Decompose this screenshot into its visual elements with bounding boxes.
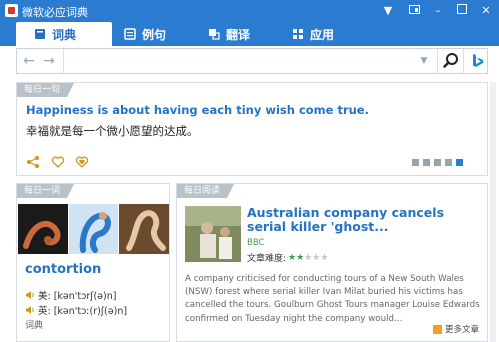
contortion-photo-1 (18, 204, 68, 254)
pronunciation-uk-text: 英: [kən'tɔː(r)ʃ(ə)n] (38, 306, 128, 317)
history-dropdown-icon[interactable]: ▼ (417, 49, 431, 73)
minimize-button[interactable]: – (430, 3, 446, 19)
maximize-button[interactable] (454, 3, 470, 19)
article-thumbnail[interactable] (185, 206, 241, 262)
sentence-english[interactable]: Happiness is about having each tiny wish… (26, 103, 369, 117)
app-logo-icon (5, 4, 18, 17)
article-difficulty: 文章难度: ★★★★★ (247, 251, 328, 265)
favorite-heart-icon[interactable] (75, 155, 89, 169)
bing-small-icon (433, 324, 442, 334)
star-icon: ★ (320, 252, 329, 263)
more-articles-button[interactable]: 更多文章 (433, 323, 479, 335)
speaker-icon[interactable] (25, 290, 35, 300)
pager-dot[interactable] (445, 159, 452, 166)
tab-sentences[interactable]: 例句 (124, 22, 194, 46)
bing-logo-icon (473, 54, 483, 67)
sentence-chinese: 幸福就是每一个微小愿望的达成。 (26, 124, 199, 138)
more-articles-label: 更多文章 (445, 325, 480, 335)
pager-dot[interactable] (456, 159, 463, 166)
top-bar: 微软必应词典 ▼ – ✕ 词典 例句 翻译 应用 (0, 0, 499, 46)
search-button[interactable] (437, 49, 463, 73)
daily-sentence-panel: 每日一句 Happiness is about having each tiny… (16, 82, 488, 176)
bing-button[interactable] (463, 49, 488, 73)
speaker-icon[interactable] (25, 305, 35, 315)
translate-icon (209, 29, 220, 40)
daily-word-panel: 每日一词 contortion 美: [kən'tɔrʃ(ə)n] 英: [kə… (16, 183, 170, 342)
search-icon (443, 53, 458, 68)
back-arrow-icon[interactable]: ← (19, 49, 39, 73)
tab-bar: 词典 例句 翻译 应用 (0, 22, 499, 46)
pager-dot[interactable] (434, 159, 441, 166)
daily-reading-panel: 每日阅读 Australian company cancels serial k… (176, 183, 488, 342)
tab-label: 例句 (142, 27, 167, 42)
sentences-icon (124, 28, 136, 40)
close-button[interactable]: ✕ (478, 3, 494, 19)
star-icon: ★ (296, 252, 305, 263)
difficulty-stars: ★★★★★ (288, 253, 328, 263)
tab-label: 翻译 (226, 27, 251, 42)
pronunciation-uk: 英: [kən'tɔː(r)ʃ(ə)n] (25, 303, 127, 317)
pronunciation-us-text: 美: [kən'tɔrʃ(ə)n] (38, 291, 117, 302)
article-title[interactable]: Australian company cancels serial killer… (247, 206, 487, 234)
menu-arrow-icon[interactable]: ▼ (380, 3, 396, 19)
daily-reading-tag: 每日阅读 (177, 184, 234, 198)
like-heart-icon[interactable] (51, 155, 65, 169)
article-source: BBC (247, 238, 265, 248)
book-icon (35, 29, 45, 39)
article-body: A company criticised for conducting tour… (185, 274, 480, 324)
share-icon[interactable] (26, 155, 40, 169)
difficulty-label: 文章难度: (247, 254, 287, 264)
forward-arrow-icon[interactable]: → (39, 49, 59, 73)
word-footer: 词典 (25, 321, 44, 331)
title-bar: 微软必应词典 ▼ – ✕ (0, 0, 499, 22)
contortion-photo-2 (68, 204, 119, 254)
daily-sentence-tag: 每日一句 (17, 83, 74, 97)
tab-label: 词典 (52, 27, 77, 42)
mini-mode-icon[interactable] (406, 3, 422, 19)
search-input[interactable] (63, 49, 417, 73)
pager-dot[interactable] (412, 159, 419, 166)
word-title[interactable]: contortion (25, 262, 101, 277)
contortion-photo-3 (119, 204, 170, 254)
pronunciation-us: 美: [kən'tɔrʃ(ə)n] (25, 288, 116, 302)
star-icon: ★ (288, 252, 297, 263)
word-images[interactable] (18, 204, 170, 254)
tab-label: 应用 (310, 27, 335, 42)
apps-icon (293, 29, 303, 39)
pager-dot[interactable] (423, 159, 430, 166)
daily-word-tag: 每日一词 (17, 184, 74, 198)
app-title: 微软必应词典 (22, 6, 88, 19)
sentence-pager (412, 159, 463, 166)
tab-apps[interactable]: 应用 (292, 22, 362, 46)
scrollbar[interactable] (490, 82, 496, 342)
tab-dictionary[interactable]: 词典 (16, 22, 112, 46)
search-bar: ← → ▼ (16, 48, 488, 74)
tab-translate[interactable]: 翻译 (208, 22, 278, 46)
